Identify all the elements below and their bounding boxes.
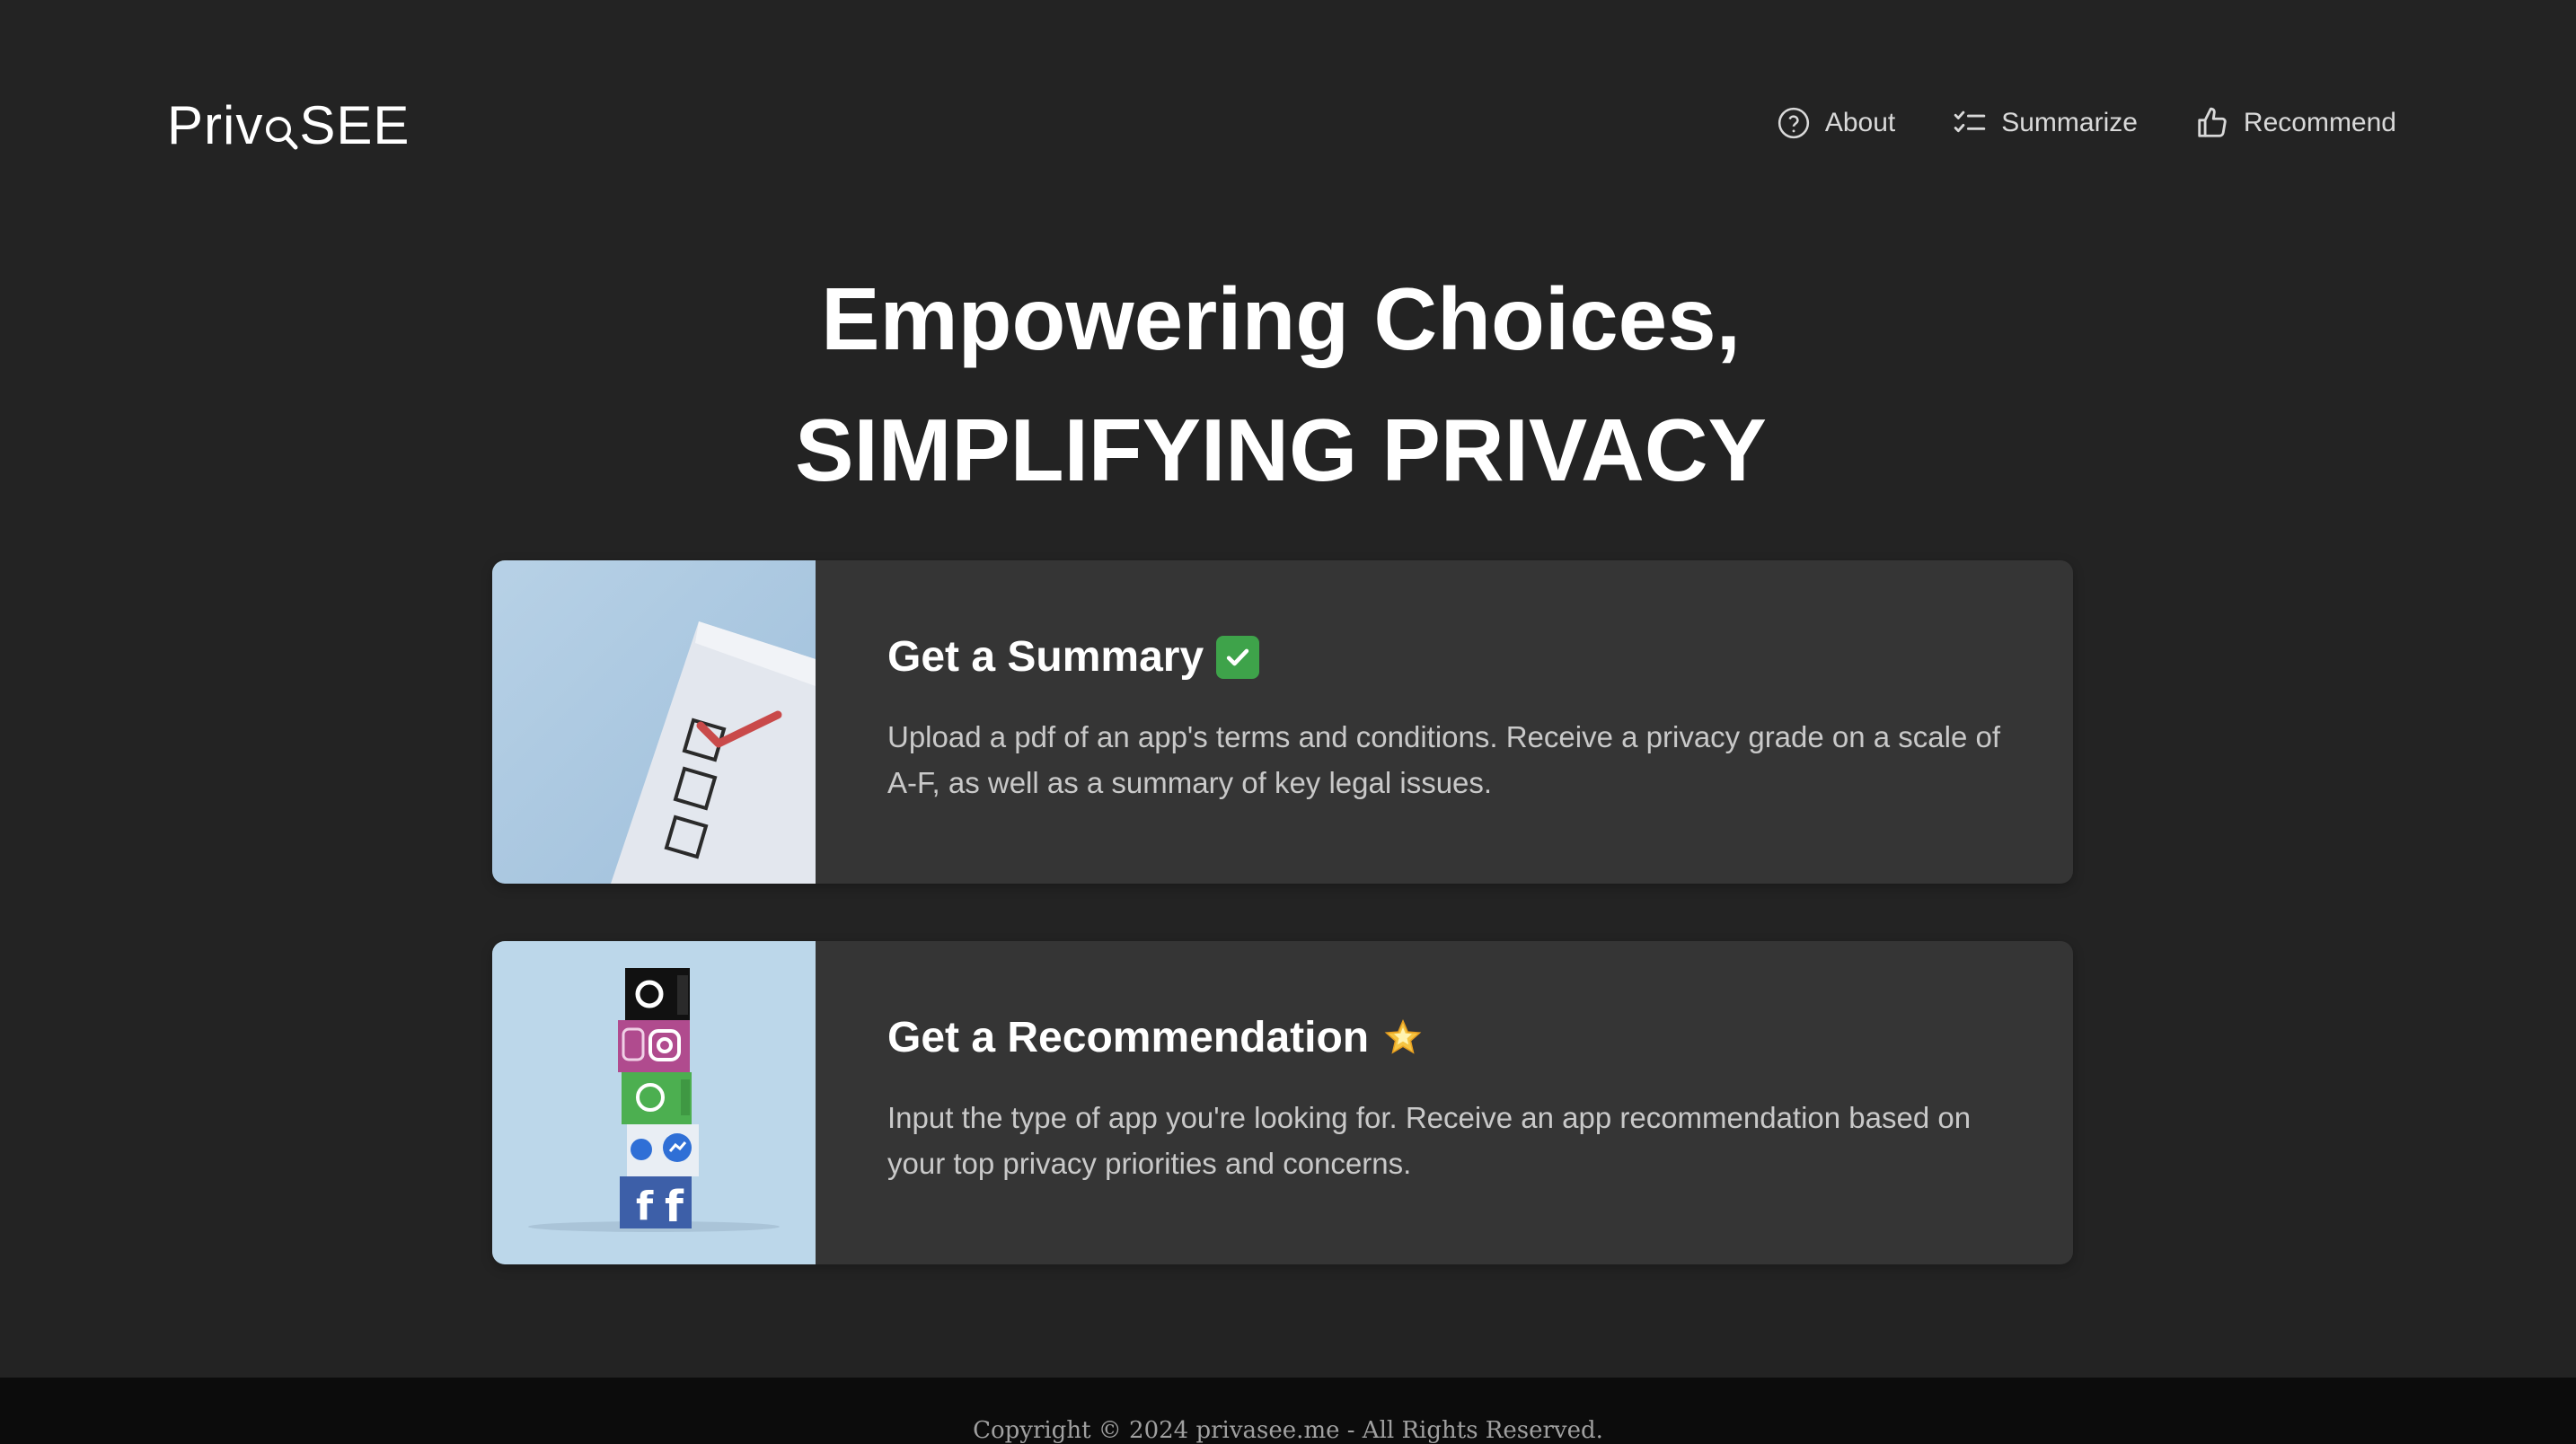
top-nav: About Summarize Recommend [1777,106,2396,140]
footer: Copyright © 2024 privasee.me - All Right… [0,1378,2576,1444]
nav-recommend[interactable]: Recommend [2195,106,2396,140]
nav-about-label: About [1824,108,1896,137]
svg-text:f: f [636,1184,654,1229]
summary-card[interactable]: Get a Summary Upload a pdf of an app's t… [492,560,2073,884]
summary-card-description: Upload a pdf of an app's terms and condi… [887,720,2001,799]
logo[interactable]: Priv SEE [167,93,410,156]
logo-text-left: Priv [167,95,264,155]
hero-line-2: SIMPLIFYING PRIVACY [795,401,1767,499]
nav-summarize-label: Summarize [2001,108,2138,137]
checklist-photo [492,560,816,884]
check-mark-button-icon [1216,635,1260,679]
question-circle-icon [1778,107,1809,139]
nav-recommend-label: Recommend [2243,108,2396,137]
nav-summarize[interactable]: Summarize [1953,106,2138,140]
glowing-star-icon [1381,1017,1425,1060]
summary-card-title: Get a Summary [887,632,2019,682]
recommendation-card[interactable]: f f Get a Recommendation Input the type … [492,941,2073,1264]
social-blocks-photo: f f [492,941,816,1264]
hero-line-1: Empowering Choices, [821,269,1741,368]
nav-about[interactable]: About [1777,106,1895,140]
hero-heading: Empowering Choices, SIMPLIFYING PRIVACY [0,253,2562,515]
svg-text:f: f [665,1182,684,1232]
thumbs-up-icon [2198,107,2227,137]
checklist-icon [1954,110,1986,133]
copyright-text: Copyright © 2024 privasee.me - All Right… [973,1417,1603,1444]
logo-text-right: SEE [299,95,410,155]
recommendation-card-description: Input the type of app you're looking for… [887,1101,1972,1180]
summary-card-title-text: Get a Summary [887,633,1204,681]
recommendation-card-title: Get a Recommendation [887,1013,2019,1062]
recommendation-card-title-text: Get a Recommendation [887,1014,1370,1061]
magnifier-icon [263,102,299,153]
